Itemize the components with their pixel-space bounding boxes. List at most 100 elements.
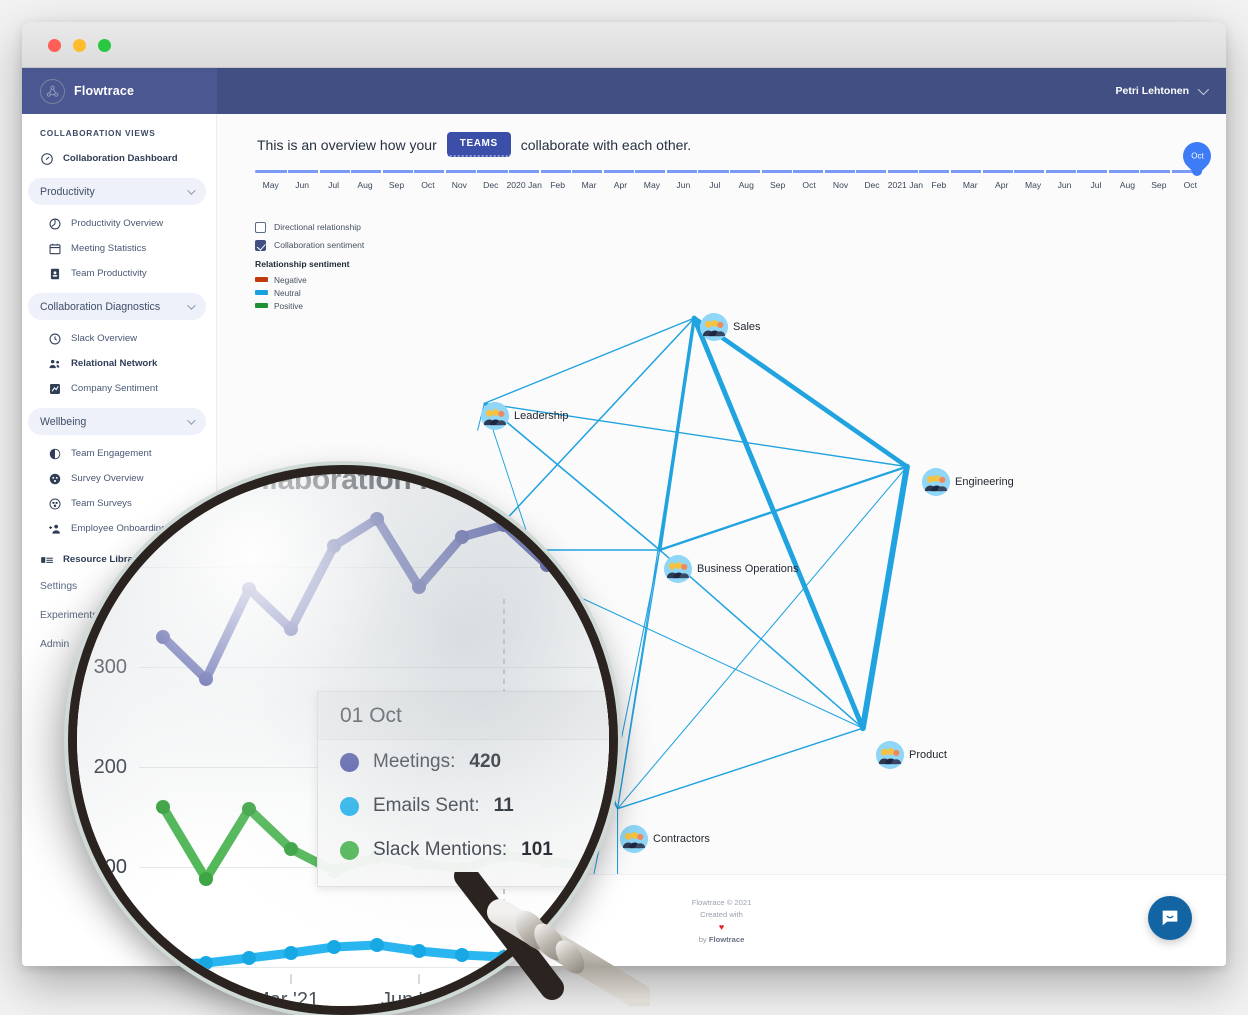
timeline-month-label[interactable]: 2020 Jan xyxy=(507,180,542,190)
sidebar-group-wellbeing[interactable]: Wellbeing xyxy=(28,408,206,435)
chat-bubble-icon xyxy=(1162,910,1178,926)
graph-node-leadership[interactable]: Leadership xyxy=(481,402,568,430)
option-collaboration-sentiment[interactable]: Collaboration sentiment xyxy=(255,236,364,254)
team-avatar-icon xyxy=(620,825,648,853)
timeline-tick xyxy=(570,168,573,175)
sidebar-item-team-engagement[interactable]: Team Engagement xyxy=(22,441,216,466)
timeline-handle-label: Oct xyxy=(1190,151,1204,161)
sidebar-item-productivity-overview[interactable]: Productivity Overview xyxy=(22,211,216,236)
sidebar-item-label: Settings xyxy=(40,581,78,592)
sidebar-group-collaboration-diagnostics[interactable]: Collaboration Diagnostics xyxy=(28,293,206,320)
sidebar-item-company-sentiment[interactable]: Company Sentiment xyxy=(22,376,216,401)
timeline-month-label[interactable]: Mar xyxy=(955,180,986,190)
timeline-month-label[interactable]: Aug xyxy=(731,180,762,190)
activity-pulse-icon xyxy=(48,217,62,231)
timeline-month-label[interactable]: Nov xyxy=(825,180,856,190)
brand-area[interactable]: Flowtrace xyxy=(22,68,217,114)
timeline-track[interactable]: Oct xyxy=(255,136,1217,176)
window-maximize-button[interactable] xyxy=(98,39,111,52)
survey-face-icon xyxy=(48,472,62,486)
timeline-month-label[interactable]: Mar xyxy=(573,180,604,190)
timeline-month-label[interactable]: Feb xyxy=(542,180,573,190)
graph-node-label: Engineering xyxy=(955,476,1014,488)
graph-node-product[interactable]: Product xyxy=(876,741,947,769)
timeline-month-label[interactable]: Apr xyxy=(605,180,636,190)
app-header-bar: Flowtrace Petri Lehtonen xyxy=(22,68,1226,114)
graph-node-engineering[interactable]: Engineering xyxy=(922,468,1014,496)
sidebar-item-label: Collaboration Dashboard xyxy=(63,153,178,164)
color-swatch xyxy=(255,303,268,308)
timeline-month-label[interactable]: Jun xyxy=(286,180,317,190)
timeline-slider[interactable]: Oct May Jun Jul Aug Sep Oct Nov Dec 2020 Jan Feb M… xyxy=(255,136,1217,216)
timeline-month-label[interactable]: Aug xyxy=(349,180,380,190)
sidebar-group-productivity[interactable]: Productivity xyxy=(28,178,206,205)
timeline-month-label[interactable]: Dec xyxy=(475,180,506,190)
timeline-month-label[interactable]: May xyxy=(1017,180,1048,190)
chevron-down-icon xyxy=(187,300,196,310)
teams-toggle-chip[interactable]: TEAMS xyxy=(446,132,511,157)
sidebar-item-employee-onboarding[interactable]: Employee Onboarding xyxy=(22,516,216,541)
timeline-month-label[interactable]: Oct xyxy=(793,180,824,190)
sidebar-item-slack-overview[interactable]: Slack Overview xyxy=(22,326,216,351)
sidebar-item-settings[interactable]: Settings xyxy=(22,572,216,601)
timeline-month-label[interactable]: Nov xyxy=(444,180,475,190)
color-swatch xyxy=(255,277,268,282)
timeline-month-label[interactable]: May xyxy=(255,180,286,190)
timeline-month-label[interactable]: Jun xyxy=(668,180,699,190)
window-close-button[interactable] xyxy=(48,39,61,52)
add-person-icon xyxy=(48,522,62,536)
timeline-month-label[interactable]: Jul xyxy=(699,180,730,190)
sidebar-item-resource-library[interactable]: Resource Library xyxy=(22,547,216,572)
main-content: This is an overview how your TEAMS colla… xyxy=(217,114,1226,966)
sidebar-item-admin[interactable]: Admin xyxy=(22,630,216,659)
timeline-tick xyxy=(412,168,415,175)
sidebar: COLLABORATION VIEWS Collaboration Dashbo… xyxy=(22,114,217,966)
timeline-month-label[interactable]: Jul xyxy=(318,180,349,190)
timeline-tick xyxy=(823,168,825,175)
sidebar-item-collaboration-dashboard[interactable]: Collaboration Dashboard xyxy=(22,146,216,171)
browser-window: Flowtrace Petri Lehtonen COLLABORATION V… xyxy=(22,22,1226,966)
sidebar-item-survey-overview[interactable]: Survey Overview xyxy=(22,466,216,491)
checkbox-unchecked-icon[interactable] xyxy=(255,221,266,233)
sidebar-item-meeting-statistics[interactable]: Meeting Statistics xyxy=(22,236,216,261)
legend-title: Relationship sentiment xyxy=(255,259,350,269)
graph-node-contractors[interactable]: Contractors xyxy=(620,825,710,853)
timeline-month-label[interactable]: May xyxy=(636,180,667,190)
checkbox-checked-icon[interactable] xyxy=(255,239,266,251)
user-menu[interactable]: Petri Lehtonen xyxy=(1115,68,1210,114)
timeline-month-label[interactable]: Sep xyxy=(381,180,412,190)
timeline-month-label[interactable]: Aug xyxy=(1112,180,1143,190)
timeline-month-label[interactable]: Jul xyxy=(1080,180,1111,190)
timeline-month-label[interactable]: 2021 Jan xyxy=(888,180,923,190)
sidebar-item-experiments[interactable]: Experiments xyxy=(22,601,216,630)
chat-support-button[interactable] xyxy=(1148,896,1192,940)
timeline-tick xyxy=(633,168,636,175)
sidebar-item-label: Employee Onboarding xyxy=(71,523,167,534)
sidebar-item-relational-network[interactable]: Relational Network xyxy=(22,351,216,376)
option-directional-relationship[interactable]: Directional relationship xyxy=(255,218,364,236)
footer-created-with: Created with xyxy=(700,909,743,919)
footer-copyright: Flowtrace © 2021 xyxy=(691,897,752,907)
legend-label: Neutral xyxy=(274,287,301,298)
footer-brand-link[interactable]: Flowtrace xyxy=(709,935,744,944)
timeline-month-label[interactable]: Apr xyxy=(986,180,1017,190)
legend-item-positive: Positive xyxy=(255,299,350,312)
timeline-month-label[interactable]: Oct xyxy=(412,180,443,190)
graph-node-sales[interactable]: Sales xyxy=(700,313,761,341)
x-axis-tick: Dec '20 xyxy=(125,989,193,1011)
timeline-month-label[interactable]: Jun xyxy=(1049,180,1080,190)
timeline-month-label[interactable]: Sep xyxy=(762,180,793,190)
team-avatar-icon xyxy=(922,468,950,496)
window-minimize-button[interactable] xyxy=(73,39,86,52)
legend-item-neutral: Neutral xyxy=(255,286,350,299)
timeline-month-label[interactable]: Sep xyxy=(1143,180,1174,190)
sidebar-item-team-productivity[interactable]: Team Productivity xyxy=(22,261,216,286)
sidebar-item-label: Experiments xyxy=(40,610,98,621)
timeline-month-label[interactable]: Oct xyxy=(1175,180,1206,190)
timeline-tick xyxy=(1107,168,1109,175)
timeline-month-label[interactable]: Feb xyxy=(923,180,954,190)
sidebar-item-team-surveys[interactable]: Team Surveys xyxy=(22,491,216,516)
graph-node-business-operations[interactable]: Business Operations xyxy=(664,555,799,583)
timeline-tick xyxy=(286,168,289,175)
timeline-month-label[interactable]: Dec xyxy=(856,180,887,190)
